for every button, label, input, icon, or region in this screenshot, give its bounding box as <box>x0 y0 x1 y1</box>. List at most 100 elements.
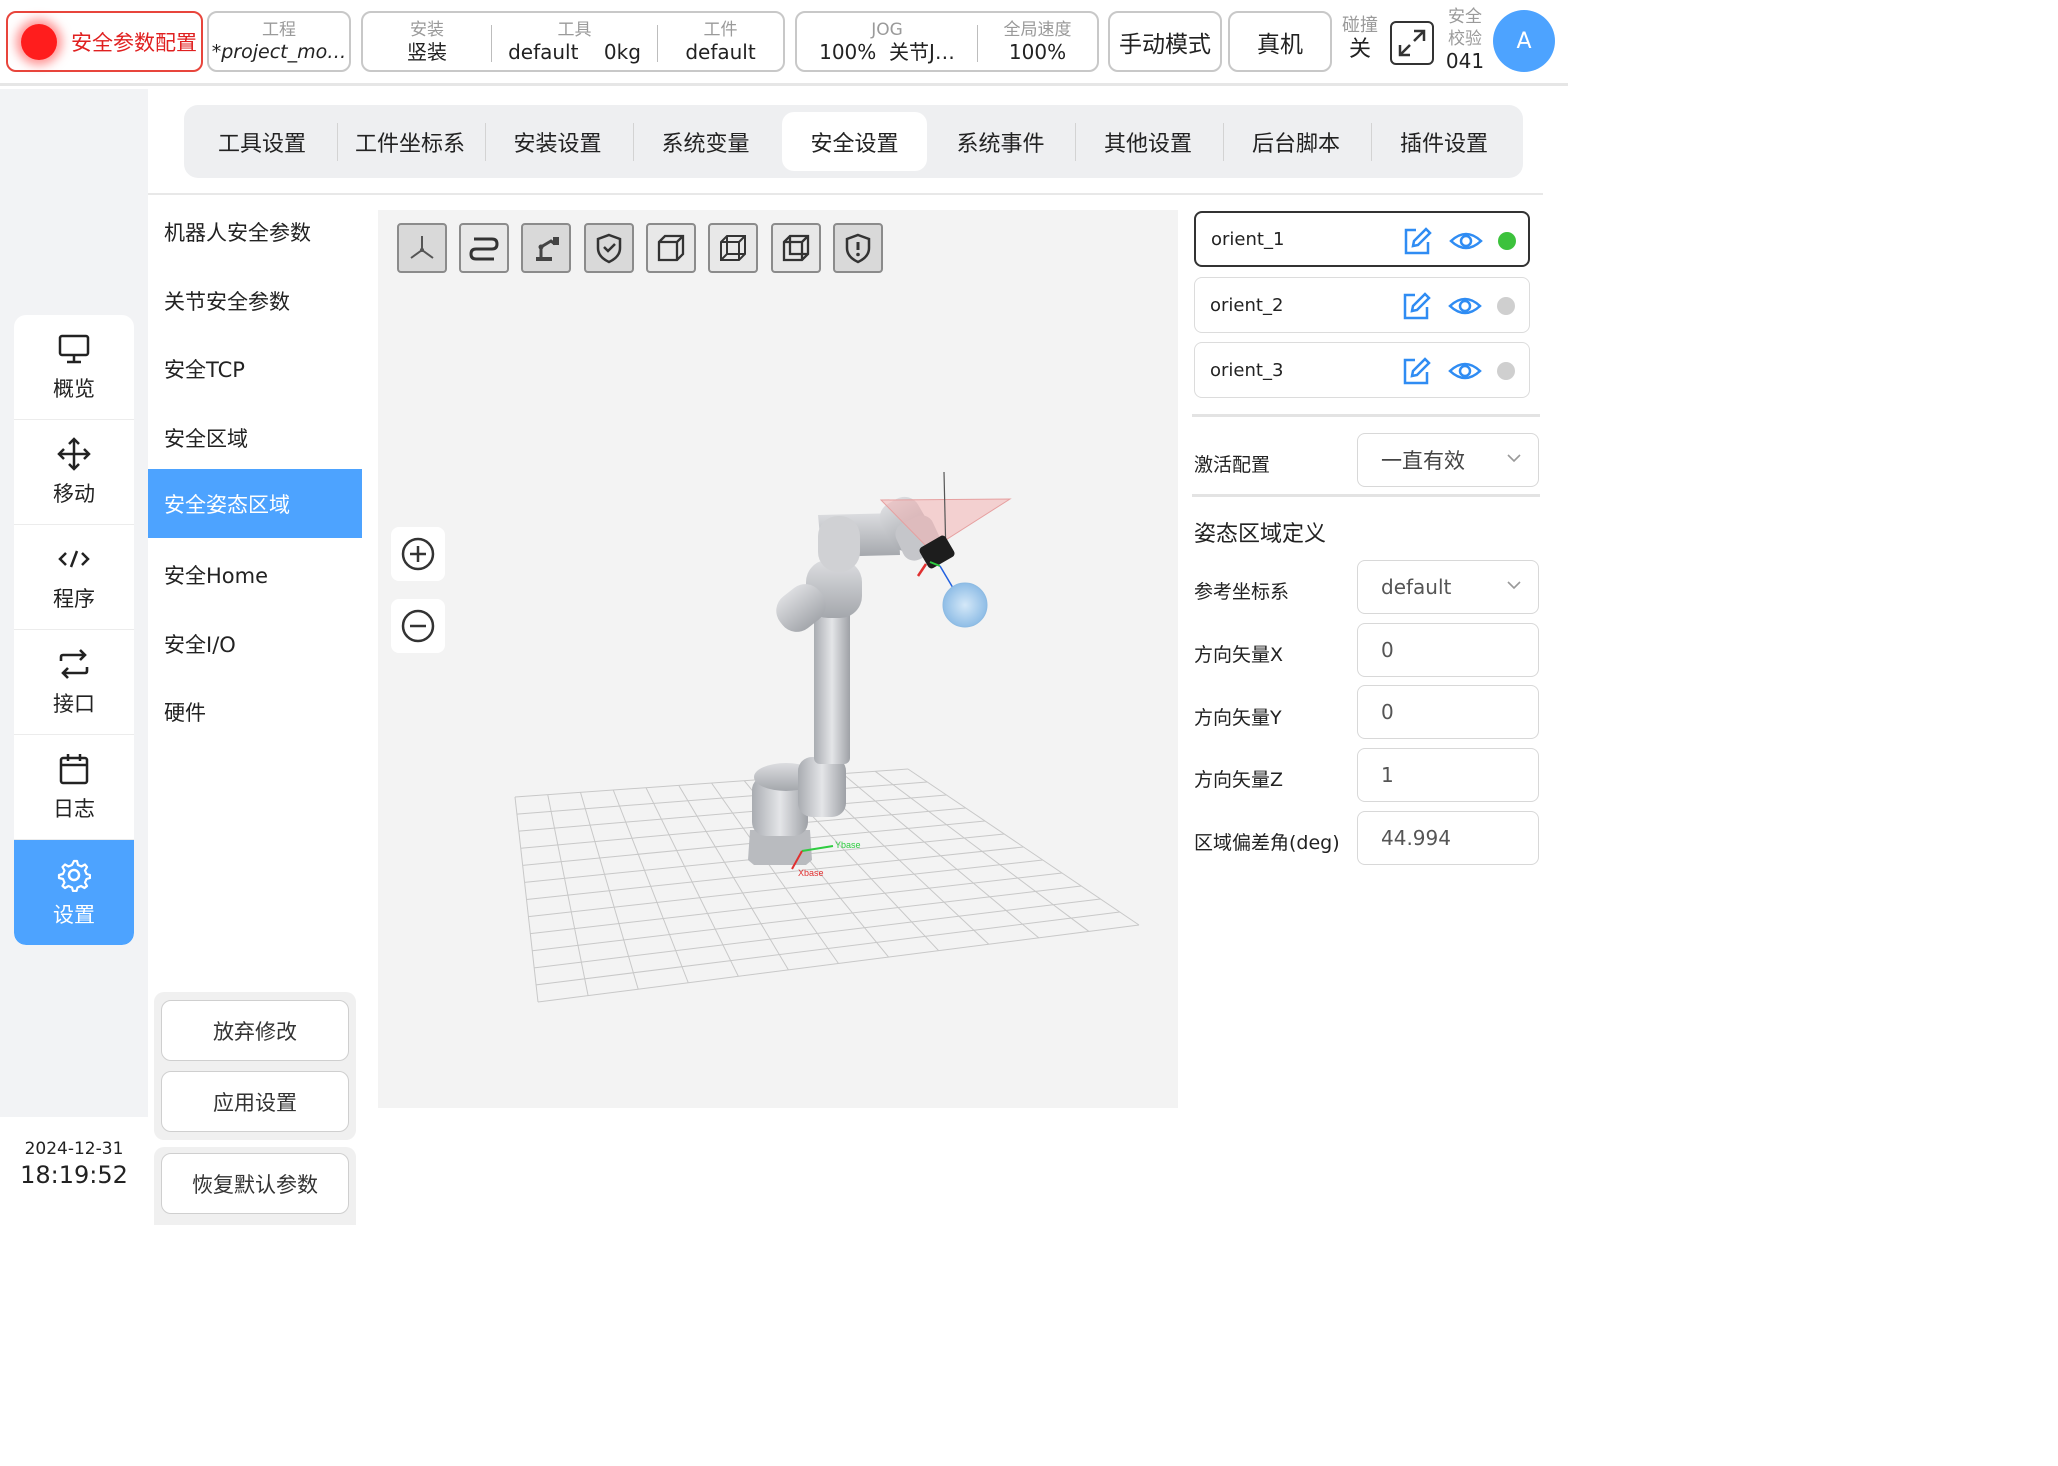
tab-safety-settings[interactable]: 安全设置 <box>782 112 927 171</box>
orient-item-name: orient_2 <box>1210 294 1284 316</box>
3d-viewport[interactable]: Ybase Xbase <box>378 210 1178 1108</box>
divider <box>1192 414 1540 417</box>
activation-value: 一直有效 <box>1381 449 1465 473</box>
ref-frame-select[interactable]: default <box>1357 560 1539 614</box>
nav-item-overview[interactable]: 概览 <box>14 315 134 420</box>
jog-speed-box[interactable]: JOG 100% 关节J… 全局速度 100% <box>795 11 1099 72</box>
gear-icon <box>56 857 92 893</box>
nav-item-label: 接口 <box>53 692 95 716</box>
activation-select[interactable]: 一直有效 <box>1357 433 1539 487</box>
deviation-input[interactable]: 44.994 <box>1357 811 1539 865</box>
orient-item-2[interactable]: orient_2 <box>1194 277 1530 333</box>
action-group: 放弃修改 应用设置 <box>154 992 356 1140</box>
safety-checksum-label: 安全校验 <box>1448 7 1482 49</box>
tab-system-events[interactable]: 系统事件 <box>929 112 1072 171</box>
eye-icon[interactable] <box>1449 225 1483 257</box>
manual-mode-button[interactable]: 手动模式 <box>1108 11 1222 72</box>
safety-submenu: 机器人安全参数 关节安全参数 安全TCP 安全区域 安全姿态区域 安全Home … <box>148 197 362 1225</box>
floor-grid-line <box>534 898 1101 969</box>
deviation-value: 44.994 <box>1381 826 1451 850</box>
user-avatar[interactable]: A <box>1493 10 1555 72</box>
dir-y-input[interactable]: 0 <box>1357 685 1539 739</box>
tool-axis-x <box>916 563 928 577</box>
orientation-zone-panel: orient_1 orient_2 orient_3 激活配置 一直有效 姿态区… <box>1192 210 1547 1108</box>
collision-indicator[interactable]: 碰撞 关 <box>1340 15 1380 63</box>
orient-item-3[interactable]: orient_3 <box>1194 342 1530 398</box>
ref-frame-value: default <box>1381 575 1452 599</box>
tool-value: default <box>508 39 579 64</box>
tab-plugin-settings[interactable]: 插件设置 <box>1372 112 1516 171</box>
tab-tool-settings[interactable]: 工具设置 <box>191 112 333 171</box>
submenu-safety-orientation-zone[interactable]: 安全姿态区域 <box>148 469 362 538</box>
install-tool-workpiece-box[interactable]: 安装 竖装 工具 default 0kg 工件 default <box>361 11 785 72</box>
tab-background-script[interactable]: 后台脚本 <box>1224 112 1368 171</box>
emergency-indicator-icon <box>21 23 57 60</box>
nav-item-program[interactable]: 程序 <box>14 525 134 630</box>
safety-checksum: 安全校验 041 <box>1440 6 1490 72</box>
section-title: 姿态区域定义 <box>1194 522 1327 547</box>
nav-item-log[interactable]: 日志 <box>14 735 134 840</box>
nav-item-interface[interactable]: 接口 <box>14 630 134 735</box>
submenu-joint-safety-params[interactable]: 关节安全参数 <box>148 266 362 335</box>
divider <box>148 193 1543 195</box>
orient-item-1[interactable]: orient_1 <box>1194 211 1530 267</box>
tab-workpiece-frame[interactable]: 工件坐标系 <box>339 112 481 171</box>
main-nav: 概览 移动 程序 接口 日志 设置 <box>14 315 134 945</box>
status-dot-icon <box>1497 297 1515 315</box>
nav-item-settings[interactable]: 设置 <box>14 840 134 945</box>
status-dot-icon <box>1497 362 1515 380</box>
monitor-icon <box>56 331 92 367</box>
dir-y-value: 0 <box>1381 700 1394 724</box>
orient-item-name: orient_3 <box>1210 359 1284 381</box>
tab-install-settings[interactable]: 安装设置 <box>486 112 629 171</box>
edit-icon[interactable] <box>1401 225 1433 257</box>
tab-other-settings[interactable]: 其他设置 <box>1076 112 1220 171</box>
install-value: 竖装 <box>407 39 447 64</box>
robot-upper-arm <box>814 608 850 764</box>
project-label: 工程 <box>262 19 296 40</box>
eye-icon[interactable] <box>1448 290 1482 322</box>
discard-changes-button[interactable]: 放弃修改 <box>161 1000 349 1061</box>
dir-x-input[interactable]: 0 <box>1357 623 1539 677</box>
eye-icon[interactable] <box>1448 355 1482 387</box>
dir-z-label: 方向矢量Z <box>1194 769 1284 791</box>
orient-item-name: orient_1 <box>1211 228 1285 250</box>
submenu-robot-safety-params[interactable]: 机器人安全参数 <box>148 197 362 266</box>
divider <box>1192 494 1540 497</box>
fullscreen-icon[interactable] <box>1390 21 1434 65</box>
workpiece-label: 工件 <box>703 19 738 40</box>
nav-item-label: 移动 <box>53 482 95 506</box>
apply-settings-button[interactable]: 应用设置 <box>161 1071 349 1132</box>
project-value: *project_mo… <box>211 40 347 63</box>
nav-item-label: 日志 <box>53 797 95 821</box>
submenu-safety-io[interactable]: 安全I/O <box>148 609 362 678</box>
tool-weight: 0kg <box>603 39 641 64</box>
project-box[interactable]: 工程 *project_mo… <box>207 11 351 72</box>
global-speed-label: 全局速度 <box>1003 19 1072 40</box>
jog-value: 100% <box>819 39 877 64</box>
dir-x-label: 方向矢量X <box>1194 644 1284 666</box>
dir-z-input[interactable]: 1 <box>1357 748 1539 802</box>
jog-mode: 关节J… <box>889 39 955 64</box>
activation-label: 激活配置 <box>1194 454 1271 476</box>
submenu-safety-zone[interactable]: 安全区域 <box>148 403 362 472</box>
top-bar: 安全参数配置 工程 *project_mo… 安装 竖装 工具 default … <box>0 0 1568 86</box>
safety-config-button[interactable]: 安全参数配置 <box>6 11 203 72</box>
submenu-hardware[interactable]: 硬件 <box>148 677 362 746</box>
collision-label: 碰撞 <box>1342 15 1378 36</box>
nav-item-label: 概览 <box>53 377 95 401</box>
edit-icon[interactable] <box>1400 355 1432 387</box>
robot-shoulder-joint <box>798 757 846 817</box>
real-machine-button[interactable]: 真机 <box>1228 11 1332 72</box>
edit-icon[interactable] <box>1400 290 1432 322</box>
restore-defaults-button[interactable]: 恢复默认参数 <box>161 1153 349 1214</box>
ref-frame-label: 参考坐标系 <box>1194 581 1290 603</box>
workpiece-value: default <box>685 39 756 64</box>
floor-grid-line <box>528 859 1043 918</box>
nav-item-move[interactable]: 移动 <box>14 420 134 525</box>
tab-system-variables[interactable]: 系统变量 <box>634 112 777 171</box>
submenu-safety-tcp[interactable]: 安全TCP <box>148 334 362 403</box>
settings-tabs: 工具设置 工件坐标系 安装设置 系统变量 安全设置 系统事件 其他设置 后台脚本… <box>184 105 1523 178</box>
submenu-safety-home[interactable]: 安全Home <box>148 540 362 609</box>
move-icon <box>56 436 92 472</box>
